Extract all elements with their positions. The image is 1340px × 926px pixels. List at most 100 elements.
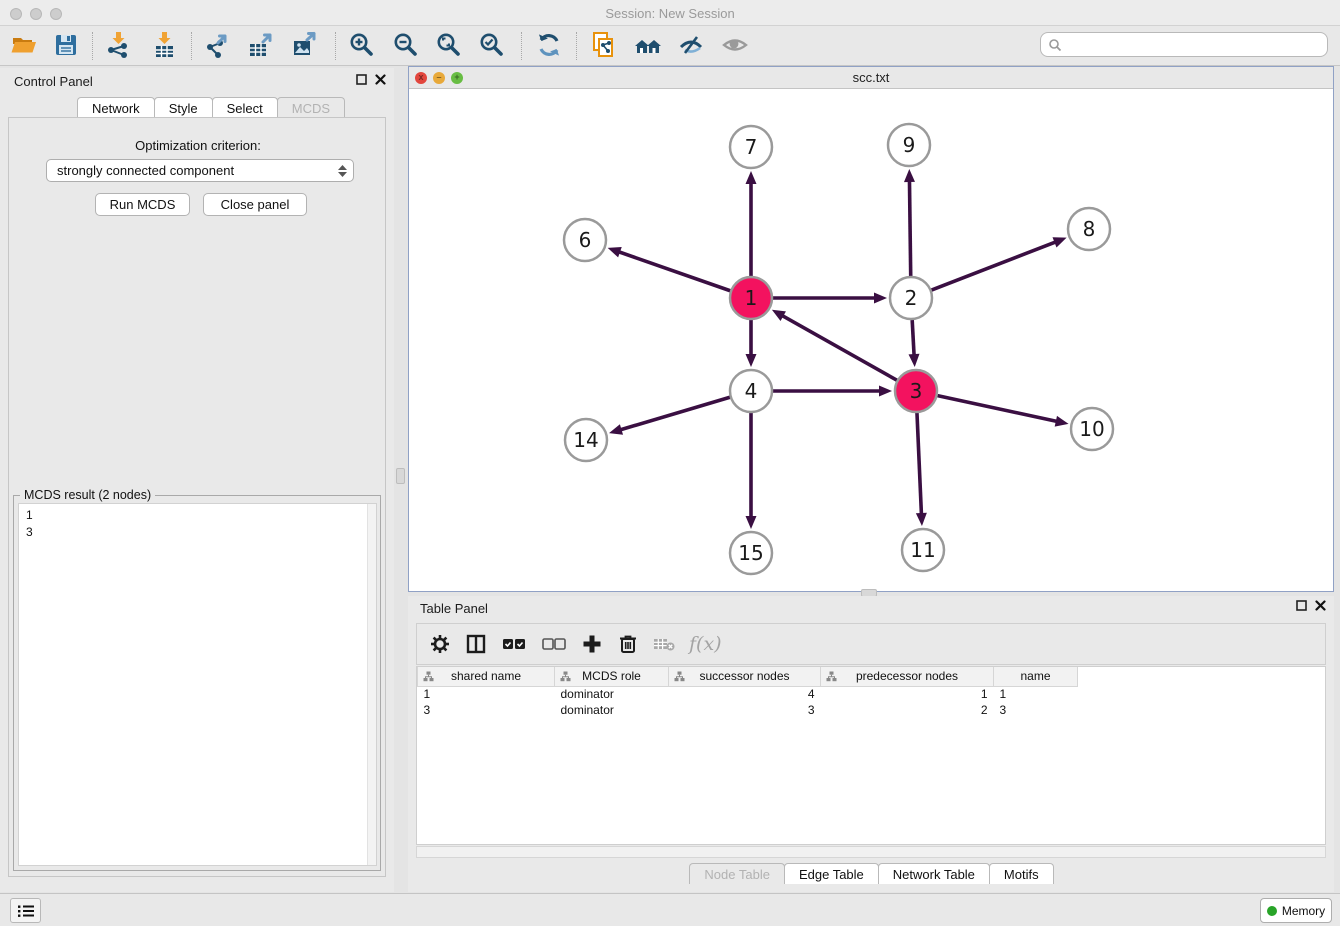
search-input[interactable] xyxy=(1040,32,1328,57)
console-list-button[interactable] xyxy=(10,898,41,923)
select-stepper-icon xyxy=(338,165,347,177)
delete-table-icon[interactable] xyxy=(653,633,675,655)
result-line: 1 xyxy=(26,507,376,524)
graphics-details-icon[interactable] xyxy=(677,31,707,61)
import-network-icon[interactable] xyxy=(104,31,134,61)
arrowhead-3-11 xyxy=(916,513,927,526)
float-panel-icon[interactable] xyxy=(356,74,367,85)
mcds-result-list[interactable]: 13 xyxy=(18,503,377,866)
arrowhead-2-3 xyxy=(909,354,920,367)
tab-mcds[interactable]: MCDS xyxy=(277,97,345,118)
control-panel-tabs: Network Style Select MCDS xyxy=(77,97,344,118)
node-label-10: 10 xyxy=(1079,417,1104,441)
tab-network-table[interactable]: Network Table xyxy=(878,863,990,884)
table-panel: Table Panel f(x) xyxy=(408,596,1334,892)
column-header-name[interactable]: name xyxy=(994,667,1078,686)
result-scrollbar[interactable] xyxy=(367,504,376,865)
table-toolbar: f(x) xyxy=(416,623,1326,665)
network-window-titlebar[interactable]: x – + scc.txt xyxy=(409,67,1333,89)
tab-style[interactable]: Style xyxy=(154,97,213,118)
edge-4-14[interactable] xyxy=(621,397,730,429)
table-cell[interactable]: dominator xyxy=(555,686,669,702)
edge-3-1[interactable] xyxy=(782,316,896,381)
vertical-splitter-grip[interactable] xyxy=(396,468,405,484)
edge-2-9[interactable] xyxy=(909,181,910,276)
tab-network[interactable]: Network xyxy=(77,97,155,118)
edge-1-6[interactable] xyxy=(619,252,730,291)
arrowhead-2-8 xyxy=(1053,237,1067,247)
column-header-predecessor-nodes[interactable]: predecessor nodes xyxy=(821,667,994,686)
tab-select[interactable]: Select xyxy=(212,97,278,118)
memory-label: Memory xyxy=(1282,904,1325,918)
memory-button[interactable]: Memory xyxy=(1260,898,1332,923)
table-cell[interactable]: 4 xyxy=(669,686,821,702)
column-type-icon xyxy=(826,671,837,685)
search-icon xyxy=(1048,38,1062,52)
table-cell[interactable]: 3 xyxy=(994,702,1078,718)
zoom-selected-icon[interactable] xyxy=(478,31,508,61)
save-session-icon[interactable] xyxy=(52,31,82,61)
zoom-fit-icon[interactable] xyxy=(435,31,465,61)
column-header-shared-name[interactable]: shared name xyxy=(418,667,555,686)
tab-motifs[interactable]: Motifs xyxy=(989,863,1054,884)
edge-2-3[interactable] xyxy=(912,320,914,355)
column-header-mcds-role[interactable]: MCDS role xyxy=(555,667,669,686)
node-table[interactable]: shared name MCDS role successor nodes pr… xyxy=(416,666,1326,845)
import-table-icon[interactable] xyxy=(150,31,180,61)
close-panel-icon[interactable] xyxy=(1315,600,1326,611)
table-cell[interactable]: 3 xyxy=(418,702,555,718)
function-builder-icon[interactable]: f(x) xyxy=(689,633,722,655)
table-cell[interactable]: dominator xyxy=(555,702,669,718)
export-image-icon[interactable] xyxy=(291,31,321,61)
settings-gear-icon[interactable] xyxy=(429,633,451,655)
result-line: 3 xyxy=(26,524,376,541)
control-panel-title: Control Panel xyxy=(14,74,93,89)
mcds-result-title: MCDS result (2 nodes) xyxy=(20,488,155,502)
optimization-criterion-label: Optimization criterion: xyxy=(9,138,387,153)
open-folder-icon[interactable] xyxy=(10,31,40,61)
table-row[interactable]: 3dominator323 xyxy=(418,702,1326,718)
tab-edge-table[interactable]: Edge Table xyxy=(784,863,879,884)
deselect-all-checks-icon[interactable] xyxy=(541,633,567,655)
zoom-in-icon[interactable] xyxy=(348,31,378,61)
network-canvas[interactable]: 7968124314101511 xyxy=(409,89,1333,591)
birds-eye-view-icon[interactable] xyxy=(721,31,751,61)
tab-node-table[interactable]: Node Table xyxy=(689,863,785,884)
close-panel-button[interactable]: Close panel xyxy=(203,193,307,216)
show-columns-icon[interactable] xyxy=(465,633,487,655)
delete-column-icon[interactable] xyxy=(617,633,639,655)
run-mcds-button[interactable]: Run MCDS xyxy=(95,193,190,216)
table-cell[interactable]: 3 xyxy=(669,702,821,718)
export-table-icon[interactable] xyxy=(247,31,277,61)
network-window-title: scc.txt xyxy=(409,70,1333,85)
node-label-4: 4 xyxy=(745,379,758,403)
edge-3-11[interactable] xyxy=(917,413,921,514)
export-network-icon[interactable] xyxy=(204,31,234,61)
criterion-select[interactable]: strongly connected component xyxy=(46,159,354,182)
home-pages-icon[interactable] xyxy=(634,31,664,61)
arrowhead-4-3 xyxy=(879,386,892,397)
table-cell[interactable]: 2 xyxy=(821,702,994,718)
toolbar-separator xyxy=(576,32,577,60)
table-row[interactable]: 1dominator411 xyxy=(418,686,1326,702)
table-hscrollbar[interactable] xyxy=(416,846,1326,858)
app-titlebar: Session: New Session xyxy=(0,0,1340,26)
float-panel-icon[interactable] xyxy=(1296,600,1307,611)
table-panel-title: Table Panel xyxy=(420,601,488,616)
zoom-out-icon[interactable] xyxy=(392,31,422,61)
node-label-15: 15 xyxy=(738,541,763,565)
table-cell[interactable]: 1 xyxy=(994,686,1078,702)
apply-layout-icon[interactable] xyxy=(535,31,565,61)
edge-2-8[interactable] xyxy=(932,242,1056,290)
select-all-checks-icon[interactable] xyxy=(501,633,527,655)
arrowhead-1-6 xyxy=(608,247,622,257)
table-cell[interactable]: 1 xyxy=(821,686,994,702)
edge-3-10[interactable] xyxy=(938,396,1057,422)
close-panel-icon[interactable] xyxy=(375,74,386,85)
clone-network-icon[interactable] xyxy=(590,31,620,61)
node-label-1: 1 xyxy=(745,286,758,310)
add-column-icon[interactable] xyxy=(581,633,603,655)
column-header-successor-nodes[interactable]: successor nodes xyxy=(669,667,821,686)
table-cell[interactable]: 1 xyxy=(418,686,555,702)
arrowhead-4-14 xyxy=(609,424,623,435)
